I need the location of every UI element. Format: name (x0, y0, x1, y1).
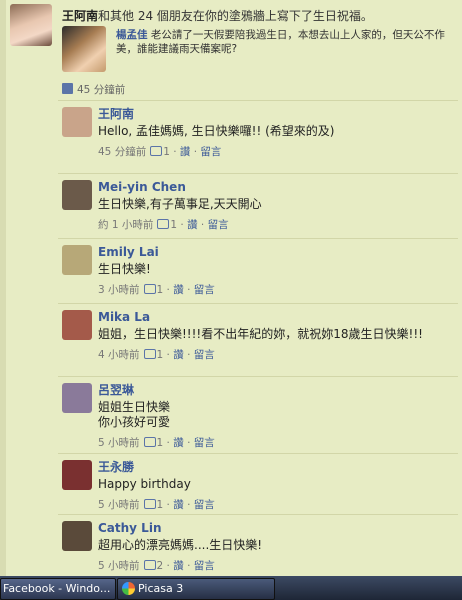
comment-body: Mei-yin Chen 生日快樂,有子萬事足,天天開心約 1 小時前 1 · 讚 … (98, 180, 458, 232)
comment-avatar[interactable] (62, 460, 92, 490)
comment-meta: 4 小時前 1 · 讚 · 留言 (98, 349, 215, 361)
taskbar-item-picasa[interactable]: Picasa 3 (117, 578, 275, 600)
shared-post-text: 楊孟佳 老公請了一天假要陪我過生日，本想去山上人家的，但天公不作美，誰能建議雨天… (116, 28, 456, 56)
comment-count: 2 (156, 560, 164, 572)
reply-link[interactable]: 留言 (194, 560, 215, 572)
reply-link[interactable]: 留言 (208, 219, 229, 231)
comment-meta: 5 小時前 2 · 讚 · 留言 (98, 560, 215, 572)
comment-body: Emily Lai 生日快樂! 3 小時前 1 · 讚 · 留言 (98, 245, 458, 297)
comment-time[interactable]: 約 1 小時前 (98, 219, 153, 231)
like-link[interactable]: 讚 (173, 284, 184, 296)
comment-meta: 5 小時前 1 · 讚 · 留言 (98, 499, 215, 511)
taskbar-item-facebook-label: Facebook - Windo... (3, 582, 111, 595)
reply-link[interactable]: 留言 (194, 284, 215, 296)
comment-text: 超用心的漂亮媽媽....生日快樂! (98, 538, 263, 552)
comment-text: Hello, 孟佳媽媽, 生日快樂囉!! (希望來的及) (98, 124, 335, 138)
like-link[interactable]: 讚 (187, 219, 198, 231)
comment-author[interactable]: Emily Lai (98, 245, 458, 260)
like-link[interactable]: 讚 (173, 499, 184, 511)
like-link[interactable]: 讚 (173, 437, 184, 449)
comment-body: 王永勝 Happy birthday 5 小時前 1 · 讚 · 留言 (98, 460, 458, 512)
comment-author[interactable]: 王永勝 (98, 460, 458, 475)
like-link[interactable]: 讚 (173, 349, 184, 361)
comment-count: 1 (156, 437, 164, 449)
comment: 王永勝 Happy birthday 5 小時前 1 · 讚 · 留言 (58, 453, 458, 514)
comment-time[interactable]: 4 小時前 (98, 349, 140, 361)
comment-author[interactable]: Cathy Lin (98, 521, 458, 536)
reply-link[interactable]: 留言 (194, 499, 215, 511)
shared-post-body: 老公請了一天假要陪我過生日，本想去山上人家的，但天公不作美，誰能建議雨天備案呢? (116, 29, 445, 55)
comment-count-icon (150, 146, 163, 156)
comment-avatar[interactable] (62, 245, 92, 275)
taskbar-item-picasa-label: Picasa 3 (138, 582, 184, 595)
comment-text: 生日快樂,有子萬事足,天天開心 (98, 197, 262, 211)
header-name-link[interactable]: 王阿南 (62, 9, 98, 23)
comment-count-icon (143, 284, 156, 294)
facebook-icon (62, 83, 73, 94)
header-message: 和其他 24 個朋友在你的塗鴉牆上寫下了生日祝福。 (98, 9, 373, 23)
comment-count-icon (157, 219, 170, 229)
comment-time[interactable]: 3 小時前 (98, 284, 140, 296)
comment-meta: 45 分鐘前 1 · 讚 · 留言 (98, 146, 222, 158)
shared-post: 楊孟佳 老公請了一天假要陪我過生日，本想去山上人家的，但天公不作美，誰能建議雨天… (58, 26, 458, 78)
comment-count: 1 (156, 499, 164, 511)
comment-count-icon (143, 499, 156, 509)
comment: Mika La 姐姐，生日快樂!!!!看不出年紀的妳，就祝妳18歲生日快樂!!! 4… (58, 303, 458, 376)
comment-author[interactable]: 呂翌琳 (98, 383, 458, 398)
comment: 王阿南 Hello, 孟佳媽媽, 生日快樂囉!! (希望來的及) 45 分鐘前 1 ·… (58, 100, 458, 173)
comment-avatar[interactable] (62, 180, 92, 210)
comment-body: 王阿南 Hello, 孟佳媽媽, 生日快樂囉!! (希望來的及) 45 分鐘前 1 ·… (98, 107, 458, 159)
comment-meta: 5 小時前 1 · 讚 · 留言 (98, 437, 215, 449)
reply-link[interactable]: 留言 (194, 349, 215, 361)
comment-avatar[interactable] (62, 521, 92, 551)
comment-count-icon (143, 560, 156, 570)
comment-author[interactable]: Mei-yin Chen (98, 180, 458, 195)
comment-meta: 約 1 小時前 1 · 讚 · 留言 (98, 219, 229, 231)
comment-author[interactable]: Mika La (98, 310, 458, 325)
comment-author[interactable]: 王阿南 (98, 107, 458, 122)
comment: Cathy Lin 超用心的漂亮媽媽....生日快樂! 5 小時前 2 · 讚 · 留… (58, 514, 458, 579)
comment-text: Happy birthday (98, 477, 191, 491)
shared-post-author[interactable]: 楊孟佳 (116, 29, 148, 41)
comment-avatar[interactable] (62, 310, 92, 340)
comment-time[interactable]: 5 小時前 (98, 560, 140, 572)
comment-avatar[interactable] (62, 383, 92, 413)
comment-count: 1 (156, 349, 164, 361)
reply-link[interactable]: 留言 (200, 146, 221, 158)
comment-text: 姐姐，生日快樂!!!!看不出年紀的妳，就祝妳18歲生日快樂!!! (98, 327, 423, 341)
header-line: 王阿南和其他 24 個朋友在你的塗鴉牆上寫下了生日祝福。 (62, 7, 373, 24)
comment-avatar[interactable] (62, 107, 92, 137)
comment: 呂翌琳 姐姐生日快樂 你小孩好可愛 5 小時前 1 · 讚 · 留言 (58, 376, 458, 453)
comment-time[interactable]: 45 分鐘前 (98, 146, 146, 158)
comment: Emily Lai 生日快樂! 3 小時前 1 · 讚 · 留言 (58, 238, 458, 303)
comment-list: 王阿南 Hello, 孟佳媽媽, 生日快樂囉!! (希望來的及) 45 分鐘前 1 ·… (58, 100, 458, 579)
comment-body: 呂翌琳 姐姐生日快樂 你小孩好可愛 5 小時前 1 · 讚 · 留言 (98, 383, 458, 450)
picasa-icon (122, 582, 135, 595)
comment-time[interactable]: 5 小時前 (98, 499, 140, 511)
comment-count: 1 (170, 219, 178, 231)
comment-time[interactable]: 5 小時前 (98, 437, 140, 449)
shared-post-avatar[interactable] (62, 26, 106, 72)
comment: Mei-yin Chen 生日快樂,有子萬事足,天天開心約 1 小時前 1 · 讚 … (58, 173, 458, 238)
post-meta: 45 分鐘前 (62, 82, 125, 97)
header-avatar[interactable] (10, 4, 52, 46)
post-time[interactable]: 45 分鐘前 (77, 84, 125, 96)
comment-text: 姐姐生日快樂 你小孩好可愛 (98, 400, 171, 429)
comment-body: Mika La 姐姐，生日快樂!!!!看不出年紀的妳，就祝妳18歲生日快樂!!! 4… (98, 310, 458, 362)
comment-count-icon (143, 349, 156, 359)
comment-count: 1 (156, 284, 164, 296)
comment-count: 1 (163, 146, 170, 158)
taskbar: Facebook - Windo... Picasa 3 (0, 576, 462, 600)
comment-text: 生日快樂! (98, 262, 151, 276)
reply-link[interactable]: 留言 (194, 437, 215, 449)
comment-body: Cathy Lin 超用心的漂亮媽媽....生日快樂! 5 小時前 2 · 讚 · 留… (98, 521, 458, 573)
taskbar-item-facebook[interactable]: Facebook - Windo... (0, 578, 116, 600)
comment-count-icon (143, 437, 156, 447)
like-link[interactable]: 讚 (180, 146, 191, 158)
like-link[interactable]: 讚 (173, 560, 184, 572)
window-frame (0, 0, 6, 576)
comment-meta: 3 小時前 1 · 讚 · 留言 (98, 284, 215, 296)
